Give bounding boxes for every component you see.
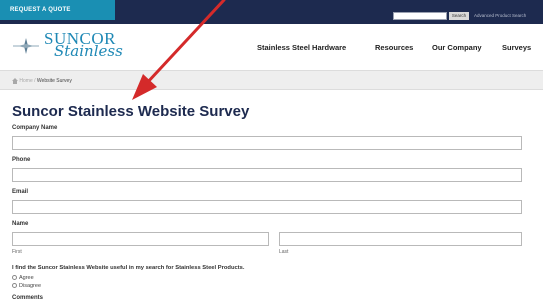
nav-stainless-steel-hardware[interactable]: Stainless Steel Hardware bbox=[257, 43, 346, 52]
phone-label: Phone bbox=[12, 157, 31, 163]
search-button[interactable]: Search bbox=[449, 12, 469, 20]
company-name-field[interactable] bbox=[12, 136, 522, 150]
suncor-logo[interactable]: SUNCOR Stainless bbox=[10, 26, 123, 68]
comments-label: Comments bbox=[12, 295, 44, 301]
first-name-field[interactable] bbox=[12, 232, 269, 246]
search-input[interactable] bbox=[393, 12, 447, 20]
first-sublabel: First bbox=[12, 249, 22, 255]
phone-field[interactable] bbox=[12, 168, 522, 182]
agree-radio[interactable] bbox=[12, 275, 17, 281]
site-header: SUNCOR Stainless Stainless Steel Hardwar… bbox=[0, 24, 543, 70]
breadcrumb-bar: Home / Website Survey bbox=[0, 70, 543, 90]
breadcrumb: Home / Website Survey bbox=[12, 77, 72, 85]
company-name-label: Company Name bbox=[12, 125, 58, 131]
home-icon[interactable] bbox=[12, 77, 18, 84]
page-title: Suncor Stainless Website Survey bbox=[12, 103, 250, 120]
option-agree[interactable]: Agree bbox=[12, 275, 34, 281]
nav-our-company[interactable]: Our Company bbox=[432, 43, 482, 52]
email-field[interactable] bbox=[12, 200, 522, 214]
nav-surveys[interactable]: Surveys bbox=[502, 43, 531, 52]
nav-resources[interactable]: Resources bbox=[375, 43, 413, 52]
last-sublabel: Last bbox=[279, 249, 289, 255]
advanced-search-link[interactable]: Advanced Product Search bbox=[474, 12, 526, 20]
last-name-field[interactable] bbox=[279, 232, 522, 246]
breadcrumb-home-link[interactable]: Home bbox=[19, 78, 32, 84]
email-label: Email bbox=[12, 189, 29, 195]
agree-label: Agree bbox=[19, 275, 34, 281]
name-label: Name bbox=[12, 221, 29, 227]
top-bar: REQUEST A QUOTE Search Advanced Product … bbox=[0, 0, 543, 24]
usefulness-question: I find the Suncor Stainless Website usef… bbox=[12, 265, 245, 271]
logo-text-stainless: Stainless bbox=[54, 42, 123, 60]
breadcrumb-current: Website Survey bbox=[36, 78, 72, 84]
disagree-radio[interactable] bbox=[12, 283, 17, 289]
request-quote-button[interactable]: REQUEST A QUOTE bbox=[0, 0, 115, 20]
option-disagree[interactable]: Disagree bbox=[12, 283, 41, 289]
disagree-label: Disagree bbox=[19, 283, 42, 289]
compass-star-icon bbox=[13, 38, 39, 54]
